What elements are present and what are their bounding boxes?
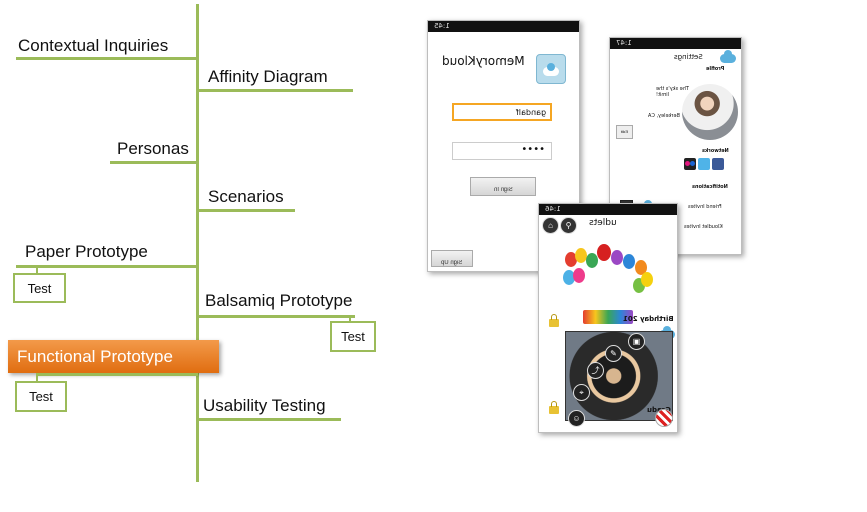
lock-icon <box>549 314 559 327</box>
home-icon[interactable]: ⌂ <box>542 217 559 234</box>
app-logo-icon <box>536 54 566 84</box>
stage-underline <box>36 373 198 376</box>
stage-paper-prototype: Paper Prototype <box>25 242 148 261</box>
timeline-spine <box>196 4 199 482</box>
status-bar: 1:46 <box>539 204 677 215</box>
kloudlets-title: udlets <box>589 218 617 228</box>
profile-location-text: Berkeley, CA <box>648 113 680 119</box>
kloudlet-birthday-label: Birthday 201 <box>623 315 674 323</box>
dice-icon <box>655 409 673 427</box>
stage-underline <box>197 209 295 212</box>
notification-label: Friend Invites <box>688 204 722 210</box>
stage-affinity-diagram: Affinity Diagram <box>208 67 328 86</box>
share-icon[interactable]: ⤴ <box>587 362 604 379</box>
settings-title-text: Settings <box>674 53 703 61</box>
stage-underline <box>197 315 355 318</box>
edit-label: Edit <box>621 129 628 134</box>
stage-functional-prototype: Functional Prototype <box>17 347 173 366</box>
kloudlets-title-text: udlets <box>589 218 617 228</box>
status-bar: 1:47 <box>610 38 741 49</box>
stage-underline <box>197 418 341 421</box>
notifications-label-text: Notifications <box>692 184 728 190</box>
sign-in-label: Sign In <box>493 187 513 193</box>
stage-balsamiq-prototype: Balsamiq Prototype <box>205 291 353 310</box>
kloudlet-label: Birthday 201 <box>623 315 674 323</box>
app-name-text: MemoryKloud <box>442 54 525 68</box>
camera-icon[interactable]: ▣ <box>628 333 645 350</box>
stage-underline <box>197 89 353 92</box>
edit-icon[interactable]: ✎ <box>605 345 622 362</box>
phone-kloudlets-screen: 1:46 ⌂ ⚲ udlets Birthday 201 ▣ ✎ ⤴ ⌖ ☺ G… <box>538 203 678 433</box>
status-time: 1:46 <box>545 205 561 213</box>
stage-contextual-inquiries: Contextual Inquiries <box>18 36 169 55</box>
lock-icon <box>549 401 559 414</box>
networks-label-text: Networks <box>702 148 729 154</box>
sign-in-button[interactable]: Sign In <box>470 177 536 196</box>
status-time: 1:45 <box>434 22 450 30</box>
facebook-icon[interactable] <box>712 158 724 170</box>
cloud-icon <box>720 50 736 63</box>
profile-quote-text: The sky's the limit! <box>656 86 689 98</box>
flickr-icon[interactable] <box>684 158 696 170</box>
stage-underline <box>16 265 198 268</box>
person-icon[interactable]: ☺ <box>568 410 585 427</box>
stage-usability-testing: Usability Testing <box>203 396 326 415</box>
test-box-functional: Test <box>15 381 67 412</box>
stage-underline <box>110 161 198 164</box>
app-name: MemoryKloud <box>442 54 525 68</box>
location-icon[interactable]: ⌖ <box>573 384 590 401</box>
test-box-balsamiq: Test <box>330 321 376 352</box>
stage-personas: Personas <box>117 139 189 158</box>
profile-quote: The sky's the limit! <box>656 86 702 98</box>
stage-scenarios: Scenarios <box>208 187 284 206</box>
settings-title: Settings <box>674 53 703 61</box>
password-value: •••• <box>521 144 545 155</box>
stage-underline <box>16 57 198 60</box>
search-icon[interactable]: ⚲ <box>560 217 577 234</box>
username-field[interactable]: gandalf <box>452 103 552 121</box>
profile-label: Profile <box>706 66 724 72</box>
test-box-paper: Test <box>13 273 66 303</box>
sign-up-label: Sign Up <box>441 260 463 266</box>
notification-friend-invites[interactable]: Friend Invites <box>688 204 722 210</box>
profile-label-text: Profile <box>706 66 725 72</box>
profile-location: Berkeley, CA <box>648 113 680 119</box>
networks-label: Networks <box>702 148 729 154</box>
notification-kloudlet-invites[interactable]: Kloudlet Invites <box>684 224 723 230</box>
edit-button[interactable]: Edit <box>616 125 633 139</box>
sign-up-button[interactable]: Sign Up <box>431 250 473 267</box>
password-field[interactable]: •••• <box>452 142 552 160</box>
notifications-label: Notifications <box>692 184 728 190</box>
status-bar: 1:45 <box>428 21 579 32</box>
username-value: gandalf <box>515 108 546 117</box>
status-time: 1:47 <box>616 39 632 47</box>
twitter-icon[interactable] <box>698 158 710 170</box>
notification-label: Kloudlet Invites <box>684 224 723 230</box>
